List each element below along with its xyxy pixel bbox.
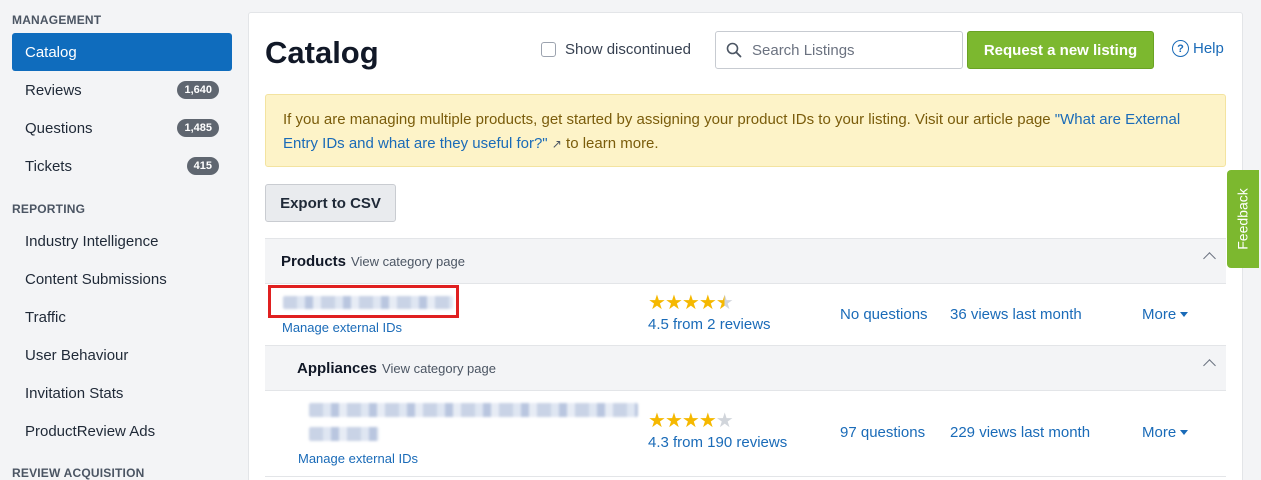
sidebar-item-label: Invitation Stats	[25, 384, 124, 402]
more-label: More	[1142, 424, 1177, 441]
redacted-product-name[interactable]	[309, 403, 638, 417]
group-name: Products	[281, 252, 347, 270]
feedback-tab[interactable]: Feedback	[1227, 170, 1259, 268]
show-discontinued-toggle[interactable]: Show discontinued	[541, 41, 691, 58]
questions-link[interactable]: 97 questions	[840, 424, 925, 441]
views-link[interactable]: 36 views last month	[950, 306, 1082, 323]
group-name: Appliances	[297, 359, 378, 377]
section-reporting: REPORTING	[12, 202, 86, 216]
alert-tail: to learn more.	[561, 135, 659, 152]
search-input[interactable]	[752, 41, 942, 59]
star-icon: ★	[648, 292, 666, 314]
export-csv-button[interactable]: Export to CSV	[265, 184, 396, 222]
caret-down-icon	[1180, 430, 1189, 435]
help-icon: ?	[1172, 40, 1189, 57]
sidebar-item-label: ProductReview Ads	[25, 422, 156, 440]
highlight-box	[268, 285, 459, 318]
sidebar-item-questions[interactable]: Questions 1,485	[12, 109, 232, 147]
more-label: More	[1142, 306, 1177, 323]
half-star-icon: ★	[715, 292, 734, 314]
rating-stars: ★ ★ ★ ★ ★	[648, 410, 734, 432]
star-icon: ★	[681, 410, 700, 432]
sidebar-item-productreview-ads[interactable]: ProductReview Ads	[12, 412, 232, 450]
group-header-appliances[interactable]: Appliances View category page	[265, 345, 1226, 391]
count-badge: 1,640	[177, 81, 219, 99]
view-category-link[interactable]: View category page	[382, 361, 496, 376]
search-icon	[726, 42, 742, 58]
group-header-products[interactable]: Products View category page	[265, 238, 1226, 284]
sidebar-item-tickets[interactable]: Tickets 415	[12, 147, 232, 185]
star-icon: ★	[698, 292, 717, 314]
sidebar-item-content-submissions[interactable]: Content Submissions	[12, 260, 232, 298]
views-link[interactable]: 229 views last month	[950, 424, 1090, 441]
page-title: Catalog	[265, 35, 379, 70]
count-badge: 415	[186, 157, 219, 175]
show-discontinued-checkbox[interactable]	[541, 42, 556, 57]
chevron-up-icon[interactable]	[1203, 252, 1216, 265]
chevron-up-icon[interactable]	[1203, 359, 1216, 372]
table-row: Manage external IDs ★ ★ ★ ★ ★ 4.3 from 1…	[265, 391, 1226, 477]
empty-star-icon: ★	[715, 410, 734, 432]
section-review-acquisition: REVIEW ACQUISITION	[12, 466, 145, 480]
sidebar-item-reviews[interactable]: Reviews 1,640	[12, 71, 232, 109]
star-icon: ★	[648, 410, 666, 432]
sidebar-item-label: Questions	[25, 119, 93, 137]
reviews-link[interactable]: 4.5 from 2 reviews	[648, 316, 771, 333]
sidebar-item-traffic[interactable]: Traffic	[12, 298, 232, 336]
questions-link[interactable]: No questions	[840, 306, 928, 323]
manage-external-ids-link[interactable]: Manage external IDs	[298, 451, 418, 466]
sidebar: MANAGEMENT Catalog Reviews 1,640 Questio…	[0, 0, 240, 480]
sidebar-item-catalog[interactable]: Catalog	[12, 33, 232, 71]
section-management: MANAGEMENT	[12, 13, 102, 27]
feedback-label: Feedback	[1235, 188, 1252, 250]
star-icon: ★	[664, 410, 683, 432]
main-panel: Catalog Show discontinued Request a new …	[248, 12, 1243, 480]
view-category-link[interactable]: View category page	[351, 254, 465, 269]
rating-stars: ★ ★ ★ ★ ★	[648, 292, 734, 314]
star-icon: ★	[681, 292, 700, 314]
more-dropdown[interactable]: More	[1142, 424, 1189, 441]
help-link[interactable]: ? Help	[1172, 40, 1224, 57]
redacted-product-name-line2	[309, 427, 379, 441]
help-label: Help	[1193, 40, 1224, 57]
sidebar-item-label: Reviews	[25, 81, 82, 99]
count-badge: 1,485	[177, 119, 219, 137]
sidebar-item-industry-intelligence[interactable]: Industry Intelligence	[12, 222, 232, 260]
star-icon: ★	[664, 292, 683, 314]
external-link-icon: ↗	[551, 137, 562, 151]
sidebar-item-label: User Behaviour	[25, 346, 129, 364]
star-icon: ★	[698, 410, 717, 432]
caret-down-icon	[1180, 312, 1189, 317]
sidebar-item-label: Traffic	[25, 308, 66, 326]
sidebar-item-user-behaviour[interactable]: User Behaviour	[12, 336, 232, 374]
sidebar-item-label: Catalog	[25, 43, 77, 61]
sidebar-item-label: Industry Intelligence	[25, 232, 159, 250]
more-dropdown[interactable]: More	[1142, 306, 1189, 323]
search-box[interactable]	[715, 31, 963, 69]
sidebar-item-label: Content Submissions	[25, 270, 167, 288]
request-listing-button[interactable]: Request a new listing	[967, 31, 1154, 69]
info-alert: If you are managing multiple products, g…	[265, 94, 1226, 167]
sidebar-item-invitation-stats[interactable]: Invitation Stats	[12, 374, 232, 412]
sidebar-item-label: Tickets	[25, 157, 72, 175]
alert-text: If you are managing multiple products, g…	[283, 111, 1055, 128]
reviews-link[interactable]: 4.3 from 190 reviews	[648, 434, 787, 451]
show-discontinued-label: Show discontinued	[565, 41, 691, 58]
manage-external-ids-link[interactable]: Manage external IDs	[282, 320, 402, 335]
